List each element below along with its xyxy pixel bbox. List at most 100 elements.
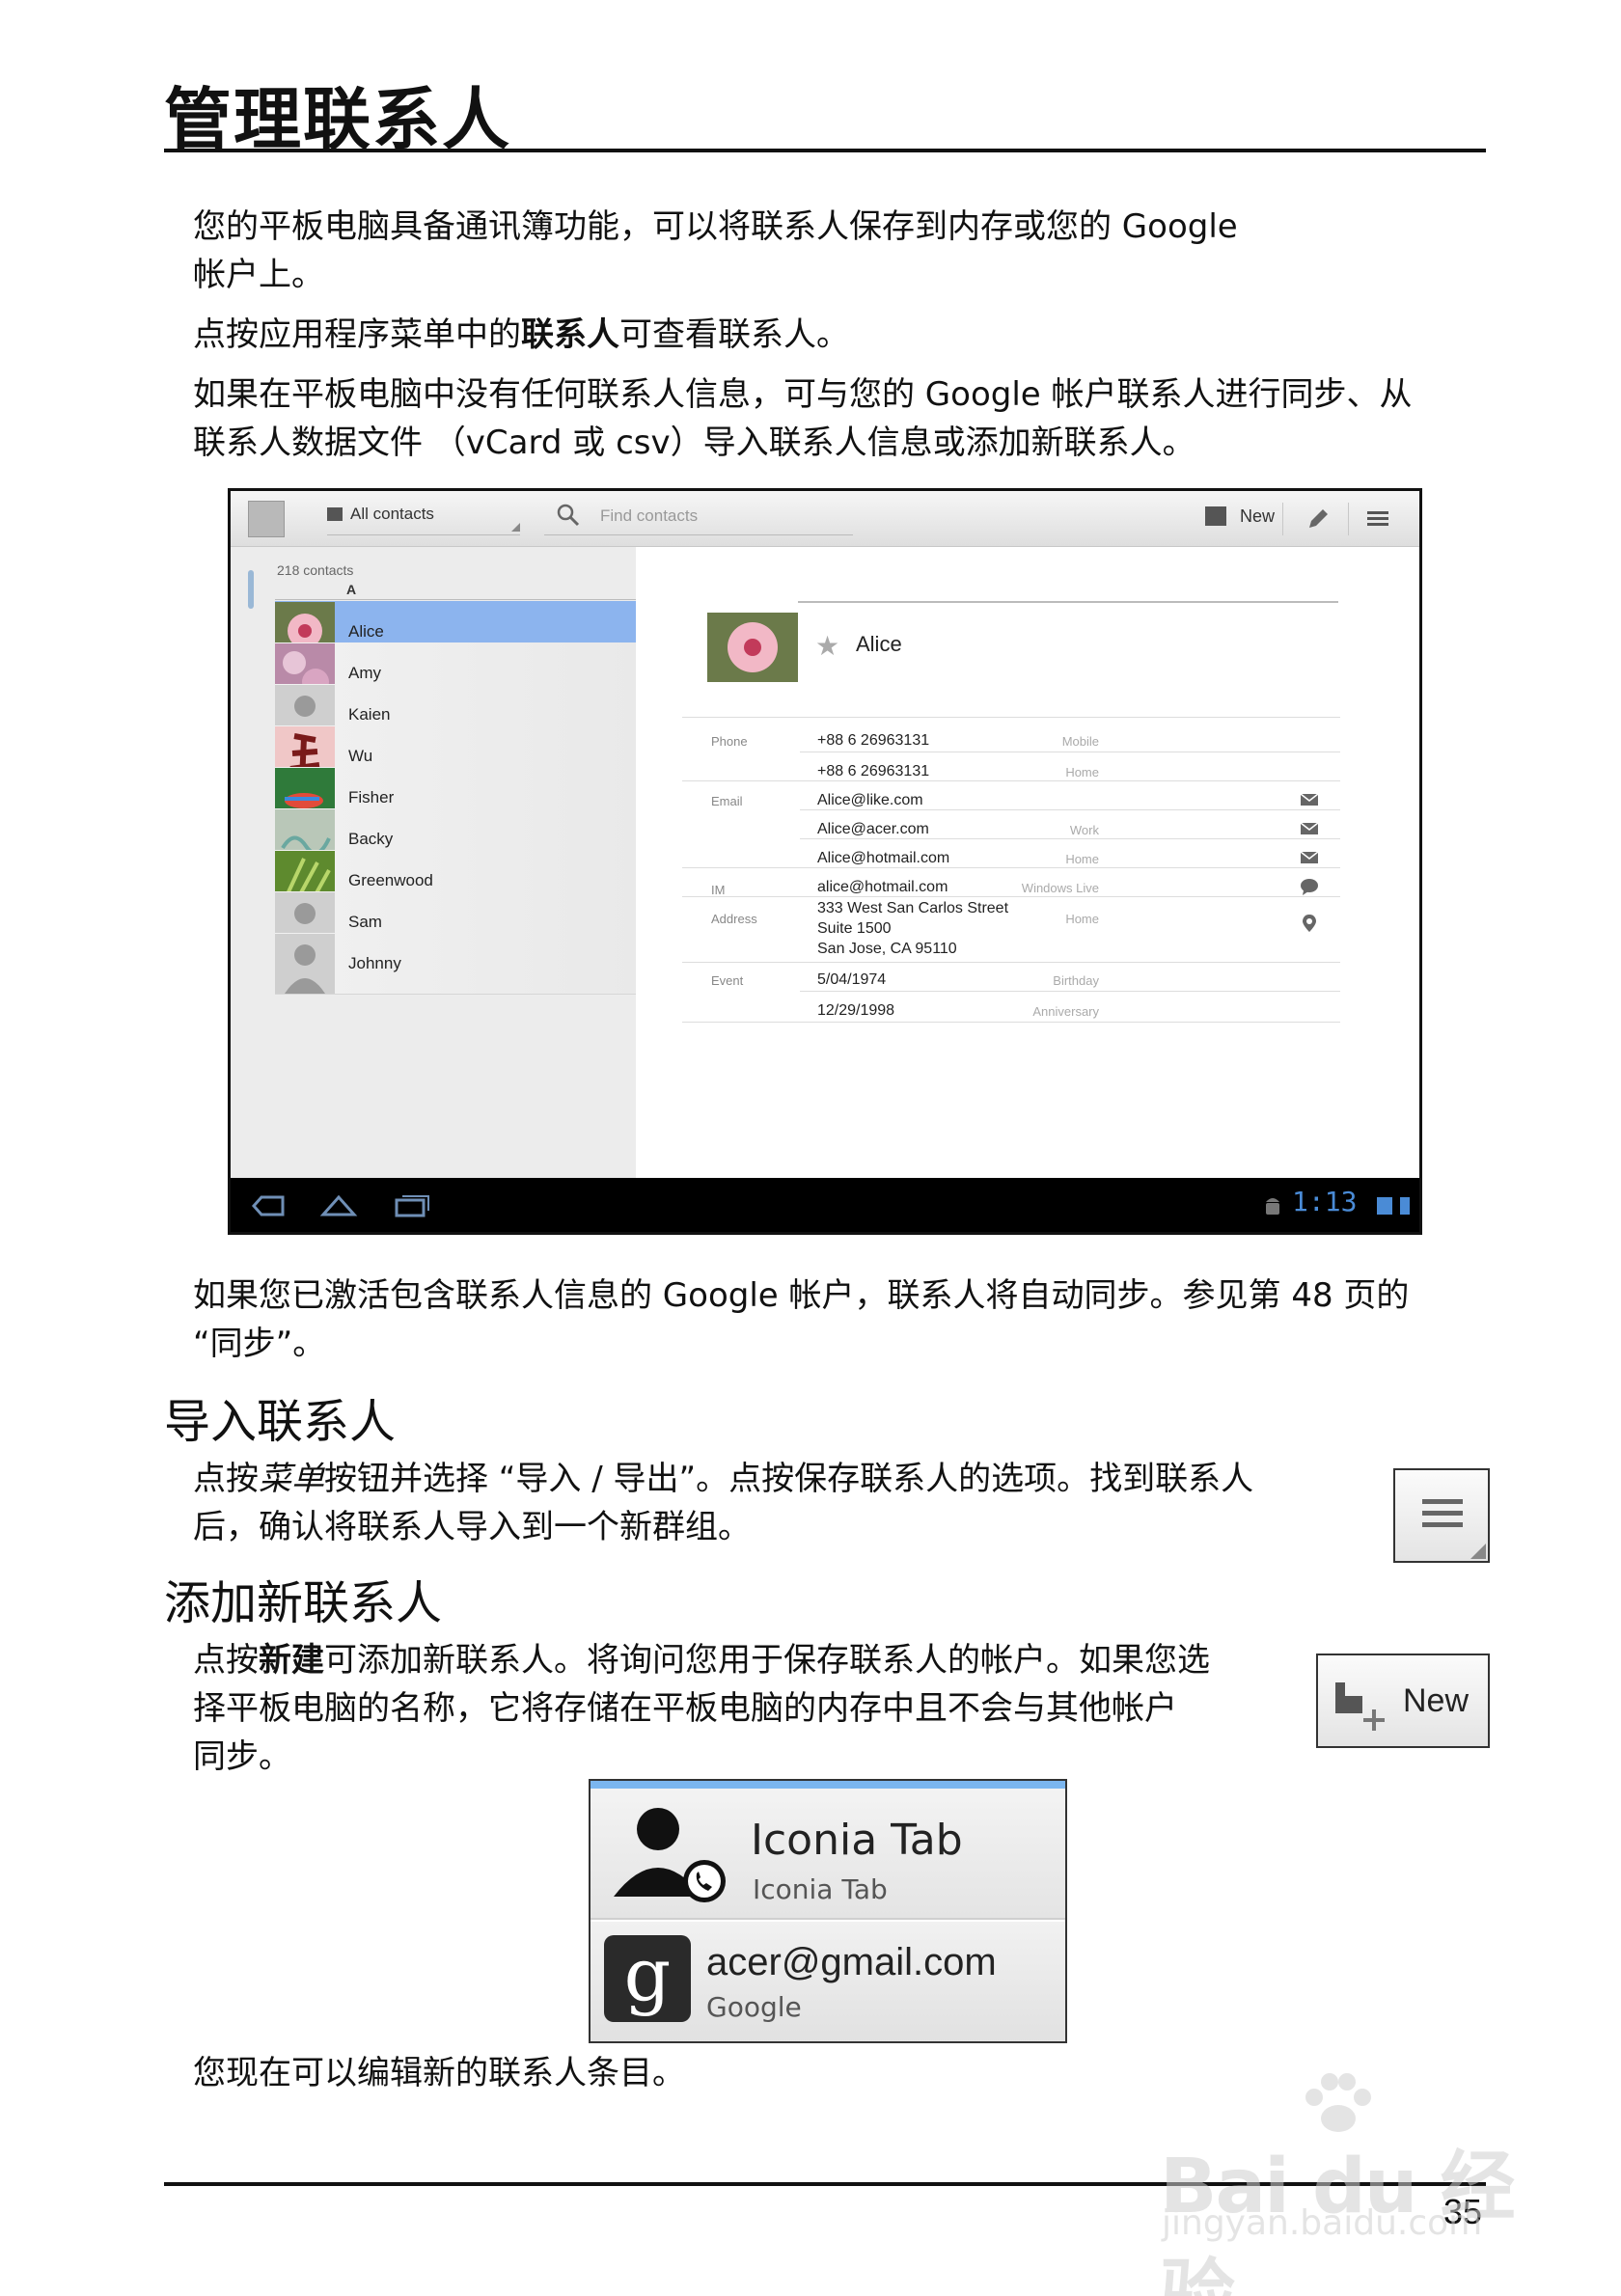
recent-apps-icon[interactable]	[393, 1191, 431, 1220]
chat-icon[interactable]	[1300, 877, 1319, 896]
contact-name: Amy	[348, 664, 381, 682]
detail-divider	[800, 838, 1340, 839]
toolbar-divider	[1348, 503, 1349, 535]
back-icon[interactable]	[248, 1191, 287, 1220]
intro-p1-line2: 帐户上。	[193, 256, 324, 294]
menu-icon[interactable]	[1361, 503, 1394, 535]
avatar-placeholder-icon	[275, 934, 335, 994]
star-icon[interactable]: ★	[815, 630, 839, 662]
import-line1-a: 点按	[193, 1460, 259, 1498]
phone-value[interactable]: +88 6 26963131	[817, 761, 929, 781]
edit-icon[interactable]	[1302, 503, 1334, 535]
intro-p1-line1: 您的平板电脑具备通讯簿功能，可以将联系人保存到内存或您的 Google	[193, 207, 1238, 246]
phone-type: Home	[1065, 765, 1099, 779]
email-icon[interactable]	[1300, 819, 1319, 838]
email-icon[interactable]	[1300, 790, 1319, 809]
toolbar-divider	[1282, 503, 1283, 535]
import-line2: 后，确认将联系人导入到一个新群组。	[193, 1508, 751, 1546]
contacts-screenshot: All contacts Find contacts New 218 conta…	[228, 488, 1422, 1235]
all-contacts-filter[interactable]: All contacts	[327, 505, 520, 535]
add-line1-b: 可添加新联系人。将询问您用于保存联系人的帐户。如果您选	[324, 1641, 1210, 1680]
phone-type: Mobile	[1061, 734, 1099, 749]
tablet-account-title: Iconia Tab	[751, 1816, 963, 1865]
intro-paragraph-1: 您的平板电脑具备通讯簿功能，可以将联系人保存到内存或您的 Google 帐户上。	[193, 203, 1486, 299]
find-contacts-placeholder: Find contacts	[600, 506, 699, 525]
contact-photo	[707, 613, 798, 682]
contact-name: Kaien	[348, 705, 391, 724]
android-icon	[1266, 1198, 1279, 1215]
email-type: Work	[1069, 823, 1099, 837]
google-account-subtitle: Google	[706, 1991, 802, 2023]
watermark-url: jingyan.baidu.com	[1162, 2203, 1483, 2243]
dialog-accent-bar	[591, 1781, 1065, 1789]
wifi-icon[interactable]	[1377, 1197, 1392, 1215]
clock-time[interactable]: 1:13	[1292, 1186, 1357, 1217]
import-line1-b: 按钮并选择 “导入 / 导出”。点按保存联系人的选项。找到联系人	[324, 1460, 1254, 1498]
event-type: Anniversary	[1032, 1004, 1099, 1019]
title-rule	[164, 149, 1486, 152]
detail-divider	[800, 991, 1340, 992]
home-icon[interactable]	[319, 1191, 358, 1220]
contact-name: Backy	[348, 830, 394, 848]
detail-divider	[682, 780, 1340, 781]
battery-icon[interactable]	[1400, 1197, 1410, 1215]
contact-count: 218 contacts	[277, 562, 354, 578]
menu-button-illustration	[1393, 1468, 1490, 1563]
email-value[interactable]: Alice@like.com	[817, 790, 923, 810]
sync-note-line1: 如果您已激活包含联系人信息的 Google 帐户，联系人将自动同步。参见第 48…	[193, 1276, 1410, 1315]
add-line2: 择平板电脑的名称，它将存储在平板电脑的内存中且不会与其他帐户	[193, 1689, 1177, 1728]
contact-name: Alice	[348, 622, 384, 641]
contact-list: 218 contacts A Alice Amy Kaien Wu Fisher…	[231, 547, 636, 1178]
sync-note-line2: “同步”。	[193, 1325, 326, 1363]
phone-label: Phone	[711, 734, 748, 749]
import-line1-italic: 菜单	[259, 1460, 324, 1498]
add-contact-paragraph: 点按新建可添加新联系人。将询问您用于保存联系人的帐户。如果您选 择平板电脑的名称…	[193, 1636, 1283, 1781]
email-type: Home	[1065, 852, 1099, 866]
contact-name: Johnny	[348, 954, 401, 972]
google-account-title: acer@gmail.com	[706, 1941, 997, 1983]
import-heading: 导入联系人	[164, 1395, 397, 1449]
baidu-watermark: Bai du 经验 jingyan.baidu.com	[1154, 2068, 1530, 2296]
new-contact-button[interactable]: New	[1205, 503, 1275, 535]
add-line3: 同步。	[193, 1737, 291, 1776]
phone-value[interactable]: +88 6 26963131	[817, 730, 929, 751]
detail-divider	[682, 896, 1340, 897]
address-line-2[interactable]: Suite 1500	[817, 918, 892, 939]
contact-row-johnny[interactable]: Johnny	[275, 933, 636, 995]
add-contact-heading: 添加新联系人	[164, 1576, 443, 1630]
tablet-account-subtitle: Iconia Tab	[753, 1873, 888, 1905]
email-label: Email	[711, 794, 743, 808]
account-option-google[interactable]: g acer@gmail.com Google	[591, 1922, 1065, 2041]
map-pin-icon[interactable]	[1300, 914, 1319, 933]
account-picker-dialog: Iconia Tab Iconia Tab g acer@gmail.com G…	[589, 1779, 1067, 2043]
phone-contact-icon	[614, 1808, 726, 1902]
event-label: Event	[711, 973, 744, 988]
detail-divider	[682, 867, 1340, 868]
address-line-3[interactable]: San Jose, CA 95110	[817, 939, 957, 959]
address-type: Home	[1065, 912, 1099, 926]
find-contacts-input[interactable]: Find contacts	[544, 501, 853, 535]
detail-divider	[682, 1022, 1340, 1023]
account-option-tablet[interactable]: Iconia Tab Iconia Tab	[591, 1789, 1065, 1920]
section-letter: A	[346, 582, 357, 597]
add-line1-a: 点按	[193, 1641, 259, 1680]
email-icon[interactable]	[1300, 848, 1319, 867]
contact-name: Sam	[348, 913, 382, 931]
app-toolbar: All contacts Find contacts New	[231, 491, 1419, 547]
contact-name-heading: Alice	[856, 632, 902, 656]
list-scrollbar[interactable]	[248, 570, 254, 609]
google-icon: g	[604, 1935, 691, 2022]
im-type: Windows Live	[1021, 881, 1099, 895]
intro-paragraph-2: 点按应用程序菜单中的联系人可查看联系人。	[193, 311, 1486, 359]
new-button-label: New	[1403, 1682, 1470, 1719]
event-value[interactable]: 5/04/1974	[817, 970, 886, 990]
intro-p2-suffix: 可查看联系人。	[619, 315, 849, 354]
event-value[interactable]: 12/29/1998	[817, 1000, 894, 1021]
detail-divider	[682, 717, 1340, 718]
address-label: Address	[711, 912, 757, 926]
contact-name: Fisher	[348, 788, 395, 806]
event-type: Birthday	[1053, 973, 1099, 988]
email-value[interactable]: Alice@acer.com	[817, 819, 929, 839]
contacts-app-icon[interactable]	[248, 501, 285, 537]
system-navigation-bar: 1:13	[231, 1178, 1419, 1232]
